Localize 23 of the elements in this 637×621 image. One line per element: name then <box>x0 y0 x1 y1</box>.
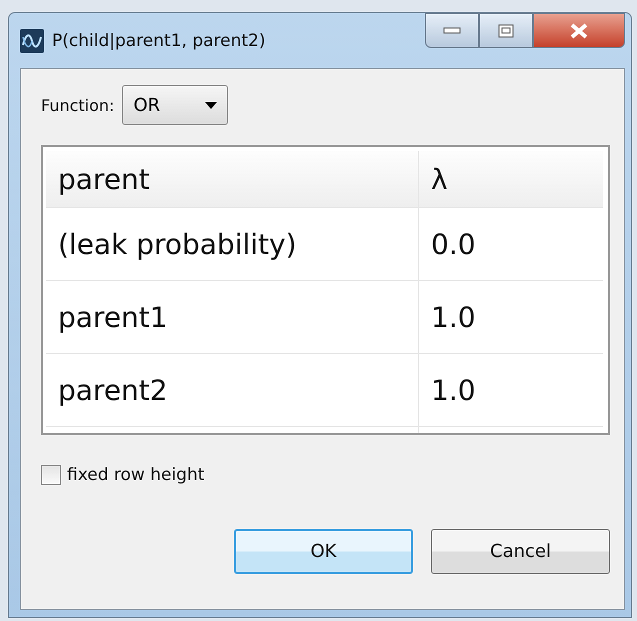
caret-icon <box>205 102 218 108</box>
fixed-row-height-checkbox[interactable] <box>41 465 61 485</box>
column-header: λ <box>430 162 449 198</box>
function-label: Function: <box>41 96 114 114</box>
table-cell[interactable]: 1.0 <box>419 281 603 353</box>
column-header: parent <box>46 151 419 207</box>
window-title: P(child|parent1, parent2) <box>52 30 266 50</box>
dialog-button[interactable]: Cancel <box>431 529 610 574</box>
minimize-icon <box>443 26 461 34</box>
table-cell[interactable]: 0.0 <box>419 208 603 280</box>
function-dropdown[interactable]: OR <box>122 85 228 125</box>
close-button[interactable] <box>533 13 625 48</box>
table-cell[interactable]: parent1 <box>46 281 419 353</box>
minimize-button[interactable] <box>425 13 479 48</box>
close-icon <box>568 22 590 40</box>
dialog-button[interactable]: OK <box>234 529 413 574</box>
table-cell[interactable]: parent2 <box>46 354 419 426</box>
table-cell[interactable]: 1.0 <box>419 354 603 426</box>
maximize-button[interactable] <box>479 13 533 48</box>
app-icon <box>20 28 44 52</box>
maximize-icon <box>498 24 514 38</box>
checkbox-label: fixed row height <box>67 465 204 485</box>
table-cell[interactable]: (leak probability) <box>46 208 419 280</box>
